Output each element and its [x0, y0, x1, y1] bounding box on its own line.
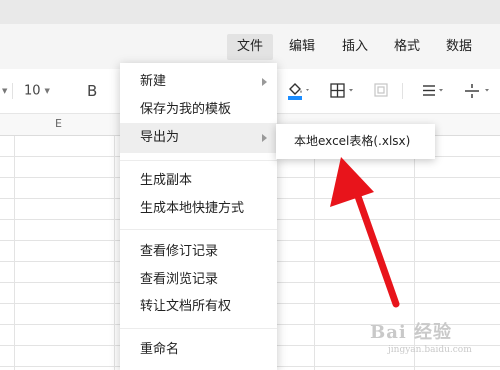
menu-edit[interactable]: 编辑 [279, 34, 325, 60]
file-menu-transfer-ownership[interactable]: 转让文档所有权 [120, 292, 277, 322]
font-size-value: 10 [24, 83, 41, 99]
export-submenu: 本地excel表格(.xlsx) [276, 124, 435, 159]
file-menu-rename[interactable]: 重命名 [120, 335, 277, 365]
vertical-align-button[interactable] [463, 82, 493, 102]
file-menu-create-shortcut-label: 生成本地快捷方式 [140, 201, 245, 216]
file-menu-rename-label: 重命名 [140, 342, 180, 357]
menu-data[interactable]: 数据 [436, 34, 482, 60]
menu-insert[interactable]: 插入 [332, 34, 378, 60]
menu-divider [120, 328, 277, 329]
watermark-logo: Bai 经验 [370, 322, 452, 343]
export-local-xlsx-label: 本地excel表格(.xlsx) [294, 134, 411, 148]
window-title-bar [0, 0, 500, 24]
file-menu-dropdown: 新建 保存为我的模板 导出为 生成副本 生成本地快捷方式 查看修订记录 查看浏览… [120, 63, 277, 370]
chevron-down-icon: ▼ [44, 87, 50, 95]
file-menu-export-as-label: 导出为 [140, 130, 180, 145]
bold-icon: B [87, 82, 98, 100]
fill-color-button[interactable] [287, 81, 311, 101]
file-menu-export-as[interactable]: 导出为 [120, 123, 277, 153]
file-menu-create-shortcut[interactable]: 生成本地快捷方式 [120, 194, 277, 224]
file-menu-make-copy[interactable]: 生成副本 [120, 166, 277, 196]
file-menu-browse-history-label: 查看浏览记录 [140, 272, 219, 287]
chevron-right-icon [262, 134, 267, 142]
export-local-xlsx[interactable]: 本地excel表格(.xlsx) [276, 124, 435, 159]
file-menu-transfer-ownership-label: 转让文档所有权 [140, 299, 232, 314]
merge-cells-icon [374, 83, 388, 97]
fill-color-icon [288, 83, 309, 100]
watermark: Bai 经验 jingyan.baidu.com [370, 318, 495, 364]
font-size-dropdown[interactable]: 10 ▼ [24, 69, 50, 113]
vertical-align-icon [465, 84, 489, 98]
file-menu-new[interactable]: 新建 [120, 67, 277, 97]
file-menu-make-copy-label: 生成副本 [140, 173, 193, 188]
toolbar-divider [12, 83, 13, 99]
menu-format[interactable]: 格式 [384, 34, 430, 60]
merge-cells-button[interactable] [373, 82, 389, 102]
bold-button[interactable]: B [87, 69, 97, 113]
column-header-e[interactable]: E [55, 117, 62, 130]
borders-icon [330, 83, 353, 98]
watermark-url: jingyan.baidu.com [388, 345, 472, 355]
align-icon [423, 85, 443, 96]
menu-file[interactable]: 文件 [227, 34, 274, 60]
borders-button[interactable] [330, 82, 356, 102]
toolbar-divider [402, 83, 403, 99]
file-menu-save-as-template[interactable]: 保存为我的模板 [120, 95, 277, 125]
align-button[interactable] [421, 82, 447, 102]
file-menu-revision-history-label: 查看修订记录 [140, 244, 219, 259]
menu-divider [120, 229, 277, 230]
chevron-right-icon [262, 78, 267, 86]
font-family-dropdown[interactable]: ▼ [0, 69, 7, 113]
file-menu-browse-history[interactable]: 查看浏览记录 [120, 265, 277, 295]
menu-divider [120, 160, 277, 161]
file-menu-new-label: 新建 [140, 74, 167, 89]
file-menu-save-as-template-label: 保存为我的模板 [140, 102, 232, 117]
file-menu-revision-history[interactable]: 查看修订记录 [120, 237, 277, 267]
